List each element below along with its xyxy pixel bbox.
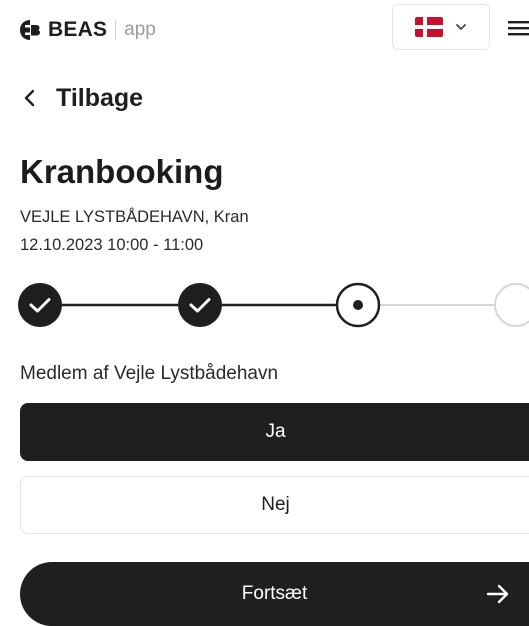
arrow-right-icon	[486, 584, 509, 604]
option-no-label: Nej	[261, 494, 290, 515]
option-yes-label: Ja	[265, 421, 286, 442]
booking-location: VEJLE LYSTBÅDEHAVN, Kran	[20, 208, 249, 226]
brand-name: BEAS	[48, 18, 108, 41]
option-yes-button[interactable]: Ja	[20, 403, 529, 461]
stepper-step-2-completed	[178, 283, 222, 327]
chevron-down-icon	[456, 24, 466, 30]
chevron-left-icon	[24, 89, 35, 107]
hamburger-menu-icon[interactable]	[505, 16, 529, 40]
app-header: BEAS app	[0, 0, 529, 60]
beas-logo-icon	[20, 20, 40, 40]
continue-button[interactable]: Fortsæt	[20, 562, 529, 626]
language-selector[interactable]	[392, 4, 490, 50]
continue-label: Fortsæt	[241, 583, 308, 604]
stepper-step-4-upcoming	[494, 283, 529, 327]
progress-stepper	[18, 282, 529, 328]
brand-suffix: app	[124, 19, 156, 40]
booking-datetime: 12.10.2023 10:00 - 11:00	[20, 236, 204, 254]
back-link[interactable]: Tilbage	[22, 80, 143, 116]
membership-question: Medlem af Vejle Lystbådehavn	[20, 363, 279, 384]
stepper-step-3-current	[335, 282, 381, 328]
brand-logo[interactable]: BEAS app	[18, 14, 156, 46]
back-label: Tilbage	[56, 83, 144, 112]
denmark-flag-icon	[415, 17, 443, 37]
page-title: Kranbooking	[20, 153, 224, 190]
booking-page: BEAS app Tilbage Kranbooking VEJLE LYSTB…	[0, 0, 529, 626]
brand-divider	[115, 20, 117, 40]
option-no-button[interactable]: Nej	[20, 476, 529, 534]
stepper-step-1-completed	[18, 283, 62, 327]
